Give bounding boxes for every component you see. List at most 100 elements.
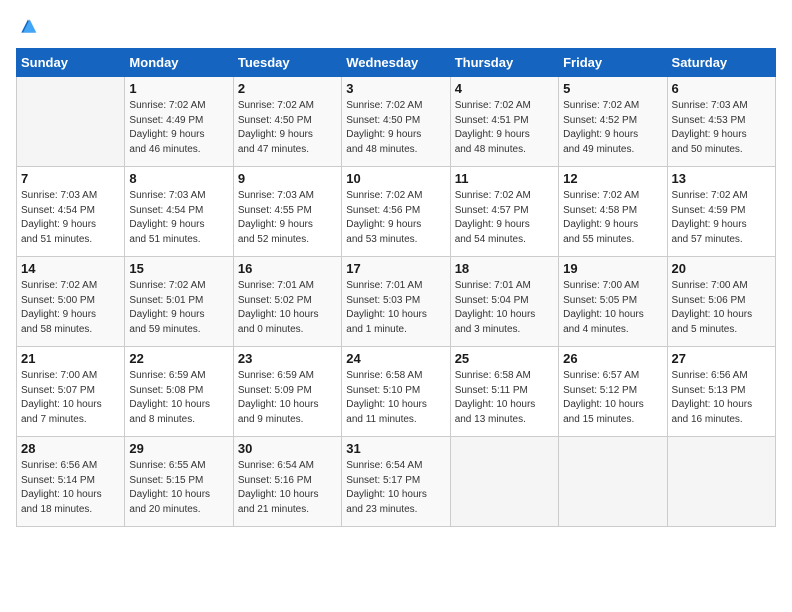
calendar-cell: 8 Sunrise: 7:03 AMSunset: 4:54 PMDaylight… <box>125 167 233 257</box>
day-number: 4 <box>455 81 554 96</box>
calendar-cell: 31Sunrise: 6:54 AMSunset: 5:17 PMDayligh… <box>342 437 450 527</box>
page-header <box>16 16 776 36</box>
calendar-cell: 16 Sunrise: 7:01 AMSunset: 5:02 PMDayligh… <box>233 257 341 347</box>
calendar-cell: 23 Sunrise: 6:59 AMSunset: 5:09 PMDayligh… <box>233 347 341 437</box>
calendar-week-1: 1 Sunrise: 7:02 AMSunset: 4:49 PMDaylight… <box>17 77 776 167</box>
weekday-header-sunday: Sunday <box>17 49 125 77</box>
day-info: Sunrise: 7:01 AMSunset: 5:03 PMDaylight:… <box>346 279 445 337</box>
day-info: Sunrise: 7:02 AMSunset: 4:50 PMDaylight:… <box>238 99 337 157</box>
weekday-header-thursday: Thursday <box>450 49 558 77</box>
weekday-header-wednesday: Wednesday <box>342 49 450 77</box>
calendar-cell: 12 Sunrise: 7:02 AMSunset: 4:58 PMDayligh… <box>559 167 667 257</box>
day-number: 12 <box>563 171 662 186</box>
day-number: 1 <box>129 81 228 96</box>
day-number: 2 <box>238 81 337 96</box>
calendar-cell: 22Sunrise: 6:59 AMSunset: 5:08 PMDayligh… <box>125 347 233 437</box>
calendar-cell: 27 Sunrise: 6:56 AMSunset: 5:13 PMDayligh… <box>667 347 775 437</box>
calendar-cell: 11Sunrise: 7:02 AMSunset: 4:57 PMDayligh… <box>450 167 558 257</box>
calendar-cell: 18Sunrise: 7:01 AMSunset: 5:04 PMDayligh… <box>450 257 558 347</box>
day-info: Sunrise: 7:03 AMSunset: 4:53 PMDaylight:… <box>672 99 771 157</box>
calendar-cell: 25 Sunrise: 6:58 AMSunset: 5:11 PMDayligh… <box>450 347 558 437</box>
calendar-cell: 30 Sunrise: 6:54 AMSunset: 5:16 PMDayligh… <box>233 437 341 527</box>
day-number: 7 <box>21 171 120 186</box>
day-number: 8 <box>129 171 228 186</box>
day-info: Sunrise: 7:03 AMSunset: 4:54 PMDaylight:… <box>21 189 120 247</box>
day-info: Sunrise: 7:02 AMSunset: 5:00 PMDaylight:… <box>21 279 120 337</box>
day-number: 23 <box>238 351 337 366</box>
day-info: Sunrise: 7:00 AMSunset: 5:06 PMDaylight:… <box>672 279 771 337</box>
day-number: 27 <box>672 351 771 366</box>
day-number: 24 <box>346 351 445 366</box>
day-info: Sunrise: 7:02 AMSunset: 4:50 PMDaylight:… <box>346 99 445 157</box>
calendar-cell: 1 Sunrise: 7:02 AMSunset: 4:49 PMDaylight… <box>125 77 233 167</box>
calendar-cell: 28 Sunrise: 6:56 AMSunset: 5:14 PMDayligh… <box>17 437 125 527</box>
day-info: Sunrise: 6:54 AMSunset: 5:16 PMDaylight:… <box>238 459 337 517</box>
day-info: Sunrise: 7:00 AMSunset: 5:07 PMDaylight:… <box>21 369 120 427</box>
calendar-week-2: 7 Sunrise: 7:03 AMSunset: 4:54 PMDaylight… <box>17 167 776 257</box>
day-info: Sunrise: 7:02 AMSunset: 4:58 PMDaylight:… <box>563 189 662 247</box>
day-info: Sunrise: 7:02 AMSunset: 4:51 PMDaylight:… <box>455 99 554 157</box>
day-number: 5 <box>563 81 662 96</box>
day-number: 19 <box>563 261 662 276</box>
day-number: 31 <box>346 441 445 456</box>
day-info: Sunrise: 6:58 AMSunset: 5:11 PMDaylight:… <box>455 369 554 427</box>
calendar-cell: 9Sunrise: 7:03 AMSunset: 4:55 PMDaylight… <box>233 167 341 257</box>
calendar-table: SundayMondayTuesdayWednesdayThursdayFrid… <box>16 48 776 527</box>
day-number: 16 <box>238 261 337 276</box>
calendar-cell: 3 Sunrise: 7:02 AMSunset: 4:50 PMDaylight… <box>342 77 450 167</box>
day-number: 13 <box>672 171 771 186</box>
day-number: 29 <box>129 441 228 456</box>
day-number: 25 <box>455 351 554 366</box>
calendar-cell: 21 Sunrise: 7:00 AMSunset: 5:07 PMDayligh… <box>17 347 125 437</box>
day-number: 18 <box>455 261 554 276</box>
calendar-cell: 10 Sunrise: 7:02 AMSunset: 4:56 PMDayligh… <box>342 167 450 257</box>
calendar-cell: 5 Sunrise: 7:02 AMSunset: 4:52 PMDaylight… <box>559 77 667 167</box>
day-number: 10 <box>346 171 445 186</box>
day-info: Sunrise: 7:01 AMSunset: 5:02 PMDaylight:… <box>238 279 337 337</box>
day-number: 17 <box>346 261 445 276</box>
day-number: 22 <box>129 351 228 366</box>
day-number: 14 <box>21 261 120 276</box>
day-info: Sunrise: 7:02 AMSunset: 4:56 PMDaylight:… <box>346 189 445 247</box>
calendar-cell: 24Sunrise: 6:58 AMSunset: 5:10 PMDayligh… <box>342 347 450 437</box>
calendar-cell: 14 Sunrise: 7:02 AMSunset: 5:00 PMDayligh… <box>17 257 125 347</box>
day-info: Sunrise: 6:56 AMSunset: 5:13 PMDaylight:… <box>672 369 771 427</box>
day-info: Sunrise: 6:55 AMSunset: 5:15 PMDaylight:… <box>129 459 228 517</box>
calendar-cell: 29 Sunrise: 6:55 AMSunset: 5:15 PMDayligh… <box>125 437 233 527</box>
calendar-cell: 7 Sunrise: 7:03 AMSunset: 4:54 PMDaylight… <box>17 167 125 257</box>
logo-icon <box>18 16 38 36</box>
day-number: 30 <box>238 441 337 456</box>
day-number: 26 <box>563 351 662 366</box>
day-info: Sunrise: 7:00 AMSunset: 5:05 PMDaylight:… <box>563 279 662 337</box>
calendar-cell <box>559 437 667 527</box>
day-info: Sunrise: 6:56 AMSunset: 5:14 PMDaylight:… <box>21 459 120 517</box>
day-number: 15 <box>129 261 228 276</box>
day-info: Sunrise: 7:02 AMSunset: 4:59 PMDaylight:… <box>672 189 771 247</box>
day-info: Sunrise: 7:03 AMSunset: 4:54 PMDaylight:… <box>129 189 228 247</box>
day-number: 21 <box>21 351 120 366</box>
day-number: 11 <box>455 171 554 186</box>
weekday-header-tuesday: Tuesday <box>233 49 341 77</box>
calendar-cell: 26 Sunrise: 6:57 AMSunset: 5:12 PMDayligh… <box>559 347 667 437</box>
calendar-cell <box>17 77 125 167</box>
logo <box>16 16 38 36</box>
calendar-cell: 17 Sunrise: 7:01 AMSunset: 5:03 PMDayligh… <box>342 257 450 347</box>
day-info: Sunrise: 6:57 AMSunset: 5:12 PMDaylight:… <box>563 369 662 427</box>
day-info: Sunrise: 7:02 AMSunset: 4:49 PMDaylight:… <box>129 99 228 157</box>
day-info: Sunrise: 7:02 AMSunset: 5:01 PMDaylight:… <box>129 279 228 337</box>
calendar-week-4: 21 Sunrise: 7:00 AMSunset: 5:07 PMDayligh… <box>17 347 776 437</box>
day-number: 9 <box>238 171 337 186</box>
calendar-week-3: 14 Sunrise: 7:02 AMSunset: 5:00 PMDayligh… <box>17 257 776 347</box>
calendar-cell: 15 Sunrise: 7:02 AMSunset: 5:01 PMDayligh… <box>125 257 233 347</box>
day-number: 20 <box>672 261 771 276</box>
calendar-week-5: 28 Sunrise: 6:56 AMSunset: 5:14 PMDayligh… <box>17 437 776 527</box>
day-number: 6 <box>672 81 771 96</box>
calendar-header-row: SundayMondayTuesdayWednesdayThursdayFrid… <box>17 49 776 77</box>
calendar-cell <box>450 437 558 527</box>
calendar-cell: 2 Sunrise: 7:02 AMSunset: 4:50 PMDaylight… <box>233 77 341 167</box>
day-info: Sunrise: 7:02 AMSunset: 4:52 PMDaylight:… <box>563 99 662 157</box>
day-info: Sunrise: 6:59 AMSunset: 5:09 PMDaylight:… <box>238 369 337 427</box>
weekday-header-monday: Monday <box>125 49 233 77</box>
day-number: 3 <box>346 81 445 96</box>
day-number: 28 <box>21 441 120 456</box>
